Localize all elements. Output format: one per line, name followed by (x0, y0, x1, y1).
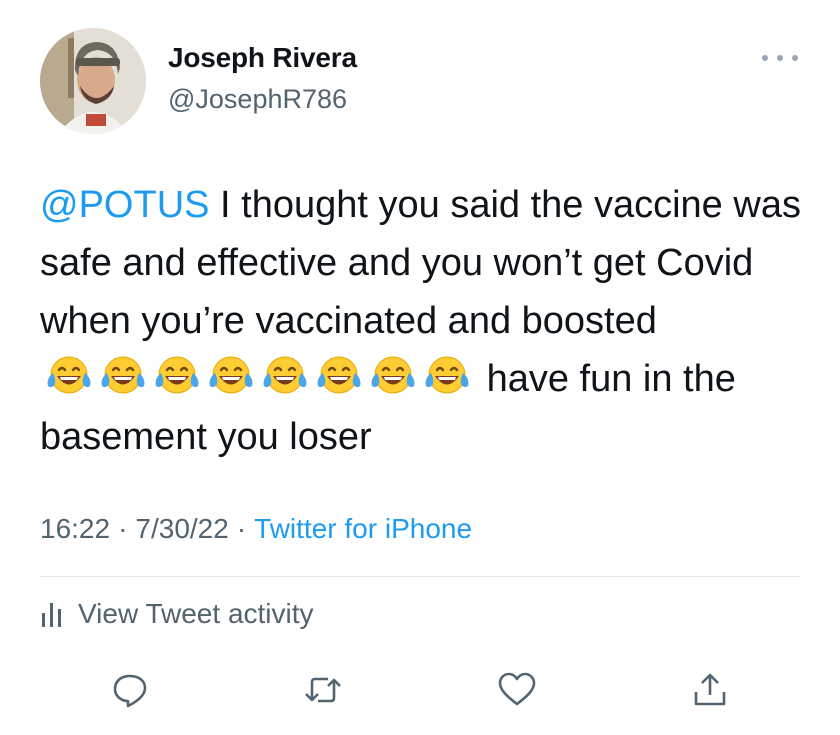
tears-of-joy-emoji-icon (260, 353, 310, 397)
meta-separator: · (236, 513, 247, 544)
tweet-meta: 16:22 · 7/30/22 · Twitter for iPhone (40, 513, 472, 545)
retweet-icon[interactable] (303, 670, 343, 710)
like-icon[interactable] (497, 670, 537, 710)
author-handle[interactable]: @JosephR786 (168, 84, 347, 115)
tears-of-joy-emoji-icon (98, 353, 148, 397)
mention-link[interactable]: @POTUS (40, 184, 209, 226)
view-activity-button[interactable]: View Tweet activity (40, 598, 314, 630)
meta-separator: · (118, 513, 128, 544)
author-name[interactable]: Joseph Rivera (168, 42, 357, 74)
share-icon[interactable] (690, 670, 730, 710)
action-bar (110, 670, 730, 710)
emoji-row (44, 353, 472, 397)
bar-chart-icon (42, 603, 61, 627)
tweet-date: 7/30/22 (135, 513, 229, 544)
tears-of-joy-emoji-icon (206, 353, 256, 397)
reply-icon[interactable] (110, 670, 150, 710)
tears-of-joy-emoji-icon (44, 353, 94, 397)
tears-of-joy-emoji-icon (422, 353, 472, 397)
more-options-icon[interactable] (762, 50, 798, 66)
divider (40, 576, 800, 577)
tweet-text: @POTUS I thought you said the vaccine wa… (40, 176, 820, 466)
tweet-card: Joseph Rivera @JosephR786 @POTUS I thoug… (0, 0, 840, 735)
view-activity-label: View Tweet activity (78, 598, 314, 629)
tears-of-joy-emoji-icon (152, 353, 202, 397)
tweet-time: 16:22 (40, 513, 111, 544)
source-link[interactable]: Twitter for iPhone (254, 513, 472, 544)
tears-of-joy-emoji-icon (314, 353, 364, 397)
tears-of-joy-emoji-icon (368, 353, 418, 397)
avatar[interactable] (40, 28, 146, 134)
